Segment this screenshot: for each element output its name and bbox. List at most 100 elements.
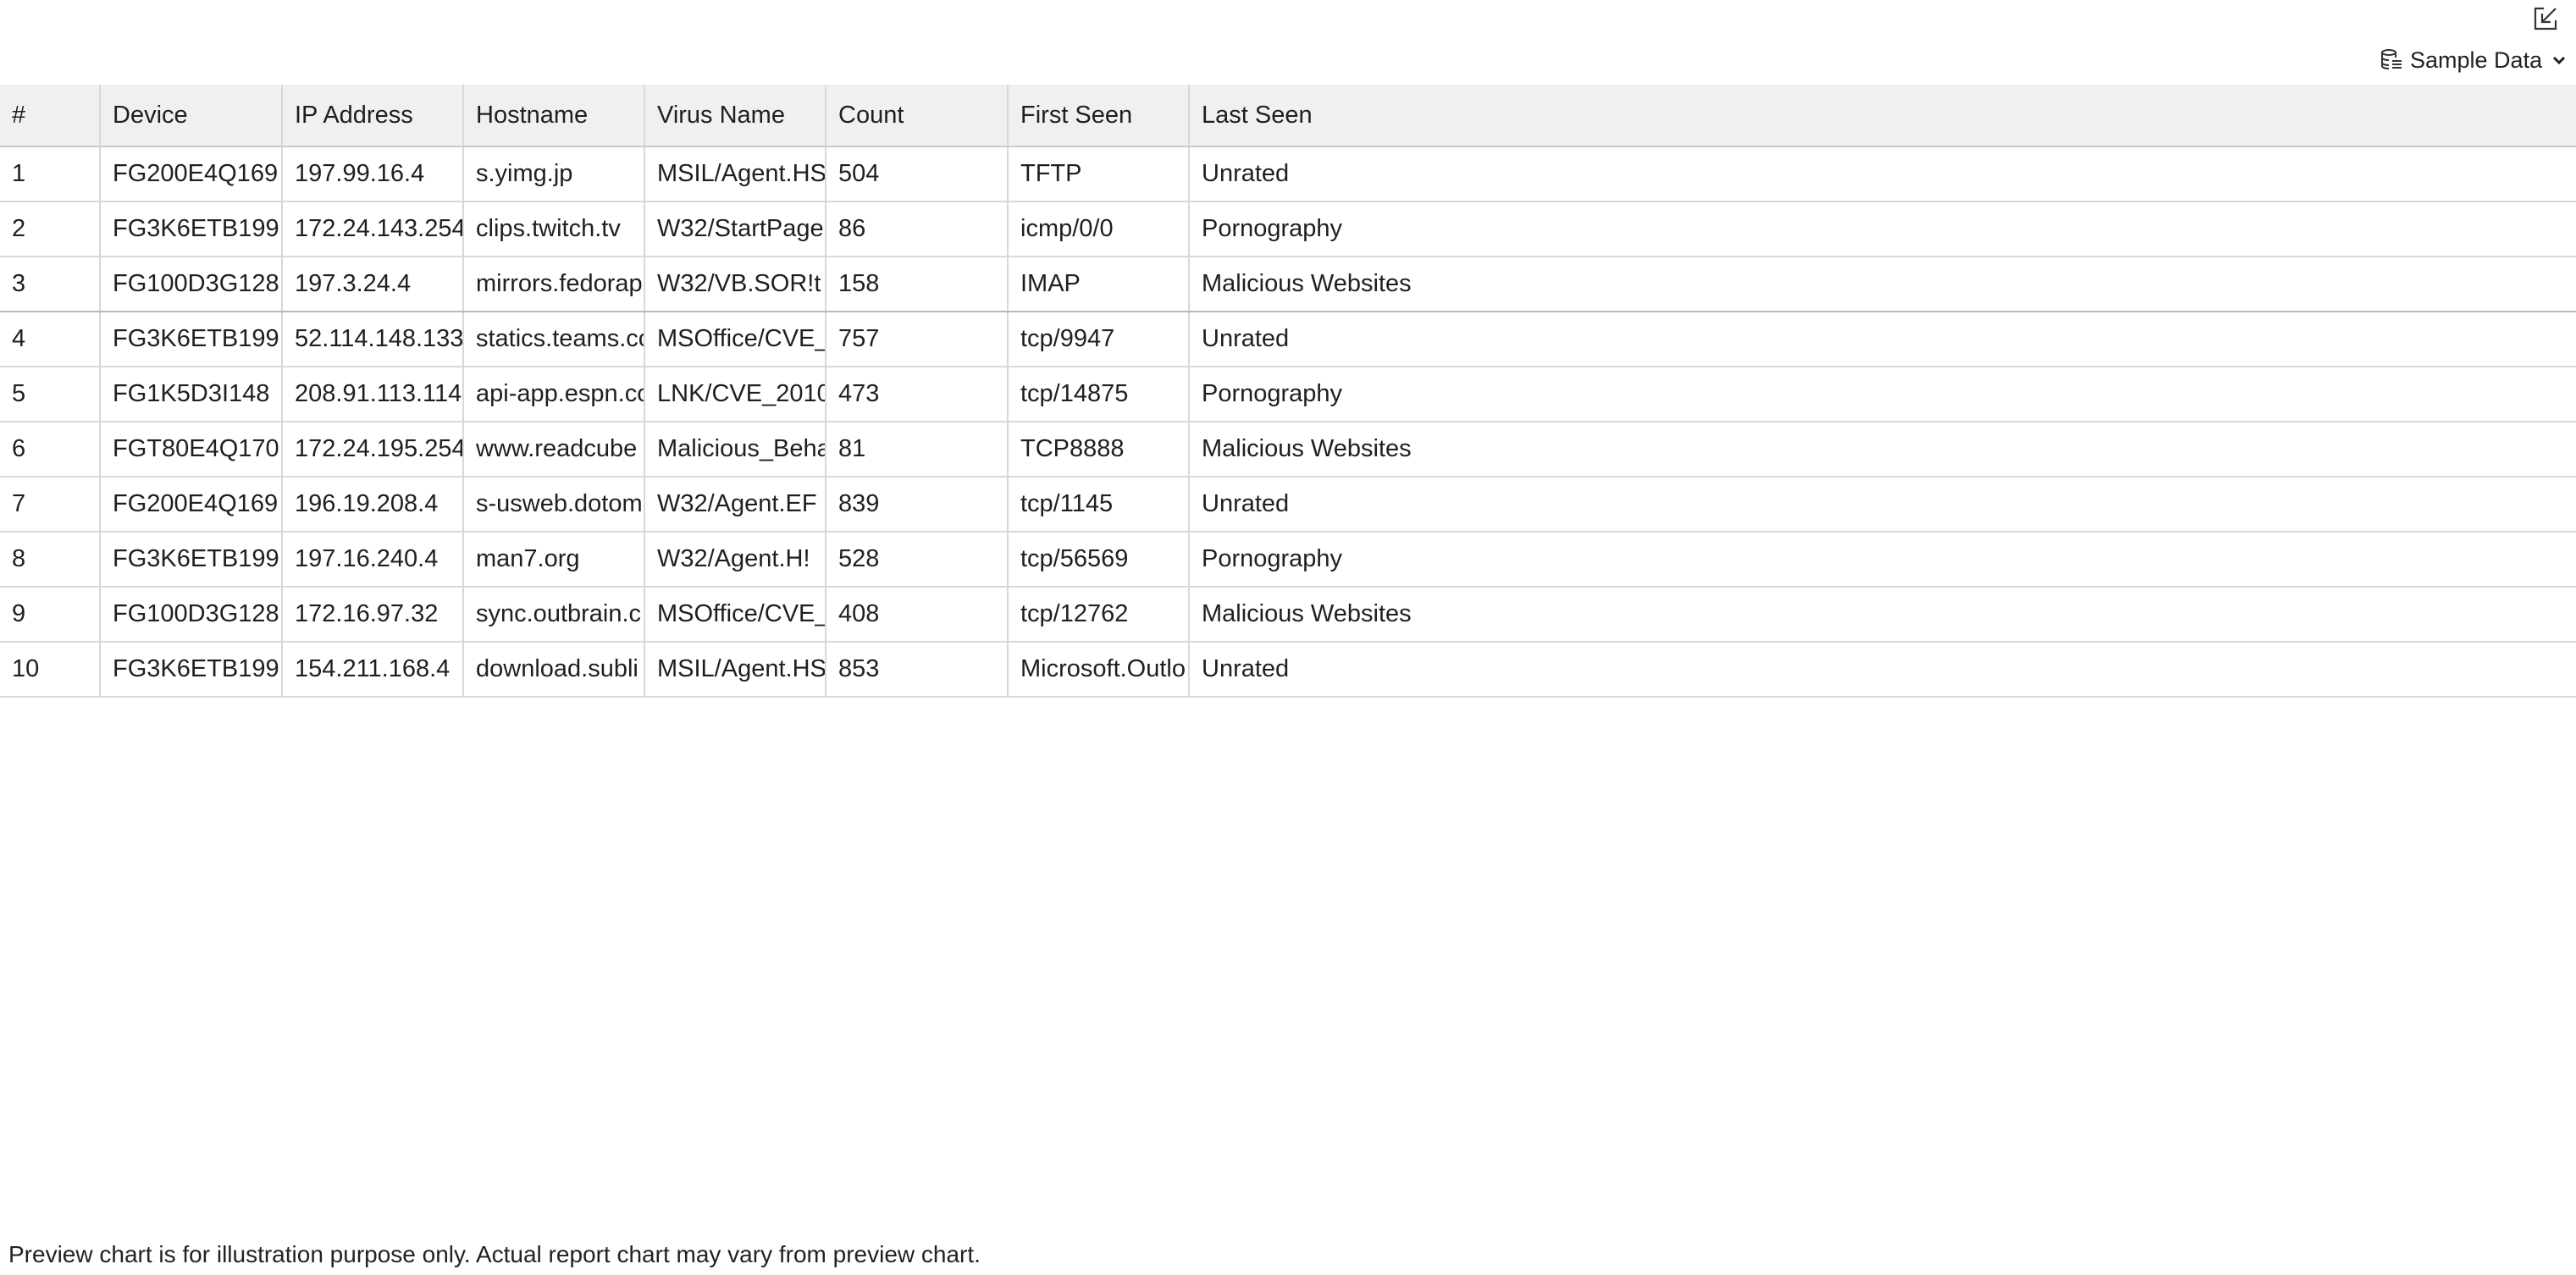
table-cell: 2 xyxy=(0,201,101,257)
table-cell: 7 xyxy=(0,477,101,533)
table-cell: 197.99.16.4 xyxy=(282,146,464,202)
table-row[interactable]: 10 FG3K6ETB199 154.211.168.4 download.subli… xyxy=(0,642,2576,698)
table-cell: 196.19.208.4 xyxy=(282,477,464,533)
table-cell: tcp/9947 xyxy=(1008,312,1190,367)
table-cell: icmp/0/0 xyxy=(1008,201,1190,257)
table-cell: TFTP xyxy=(1008,146,1190,202)
table-body: 1 FG200E4Q169 197.99.16.4 s.yimg.jp MSIL/Age… xyxy=(0,146,2576,698)
table-cell: man7.org xyxy=(463,532,645,588)
table-row[interactable]: 6 FGT80E4Q170 172.24.195.254 www.readcube Ma… xyxy=(0,422,2576,477)
table-row[interactable]: 4 FG3K6ETB199 52.114.148.133 statics.teams.… xyxy=(0,312,2576,367)
table-cell: Malicious Websites xyxy=(1189,422,2576,477)
table-cell: FG3K6ETB199 xyxy=(100,642,283,698)
column-header[interactable]: First Seen xyxy=(1008,85,1190,147)
table-cell: 197.16.240.4 xyxy=(282,532,464,588)
table-cell: clips.twitch.tv xyxy=(463,201,645,257)
table-cell: sync.outbrain.c xyxy=(463,587,645,643)
table-cell: FG3K6ETB199 xyxy=(100,532,283,588)
table-cell: 757 xyxy=(826,312,1009,367)
table-row[interactable]: 7 FG200E4Q169 196.19.208.4 s-usweb.dotom W32… xyxy=(0,477,2576,533)
table-cell: 52.114.148.133 xyxy=(282,312,464,367)
table-cell: Unrated xyxy=(1189,312,2576,367)
table-cell: 5 xyxy=(0,367,101,422)
table-cell: tcp/56569 xyxy=(1008,532,1190,588)
column-header[interactable]: Device xyxy=(100,85,283,147)
table-cell: MSOffice/CVE_ xyxy=(644,587,826,643)
table-cell: 6 xyxy=(0,422,101,477)
table-row[interactable]: 1 FG200E4Q169 197.99.16.4 s.yimg.jp MSIL/Age… xyxy=(0,146,2576,202)
table-cell: 853 xyxy=(826,642,1009,698)
table-cell: 473 xyxy=(826,367,1009,422)
preview-footnote: Preview chart is for illustration purpos… xyxy=(8,1241,981,1267)
table-cell: FG3K6ETB199 xyxy=(100,312,283,367)
table-cell: tcp/1145 xyxy=(1008,477,1190,533)
column-header[interactable]: IP Address xyxy=(282,85,464,147)
table-cell: MSIL/Agent.HS xyxy=(644,146,826,202)
column-header[interactable]: Virus Name xyxy=(644,85,826,147)
sample-data-dropdown[interactable]: Sample Data xyxy=(2380,44,2568,76)
table-cell: TCP8888 xyxy=(1008,422,1190,477)
table-row[interactable]: 2 FG3K6ETB199 172.24.143.254 clips.twitch.t… xyxy=(0,201,2576,257)
table-cell: 172.24.143.254 xyxy=(282,201,464,257)
table-cell: FG200E4Q169 xyxy=(100,146,283,202)
table-cell: 839 xyxy=(826,477,1009,533)
table-cell: 528 xyxy=(826,532,1009,588)
table-cell: s.yimg.jp xyxy=(463,146,645,202)
table-cell: 197.3.24.4 xyxy=(282,257,464,312)
table-cell: Pornography xyxy=(1189,367,2576,422)
table-cell: 8 xyxy=(0,532,101,588)
table-row[interactable]: 8 FG3K6ETB199 197.16.240.4 man7.org W32/Agen… xyxy=(0,532,2576,588)
table-cell: 4 xyxy=(0,312,101,367)
table-cell: tcp/14875 xyxy=(1008,367,1190,422)
table-cell: Unrated xyxy=(1189,477,2576,533)
database-icon xyxy=(2380,48,2403,72)
table-cell: Microsoft.Outlo xyxy=(1008,642,1190,698)
table-cell: 172.24.195.254 xyxy=(282,422,464,477)
table-cell: FG200E4Q169 xyxy=(100,477,283,533)
table-cell: Malicious_Beha xyxy=(644,422,826,477)
table-cell: MSIL/Agent.HS xyxy=(644,642,826,698)
column-header[interactable]: Hostname xyxy=(463,85,645,147)
table-row[interactable]: 3 FG100D3G128 197.3.24.4 mirrors.fedorap W32… xyxy=(0,257,2576,312)
table-cell: Malicious Websites xyxy=(1189,257,2576,312)
table-cell: 1 xyxy=(0,146,101,202)
table-cell: Pornography xyxy=(1189,201,2576,257)
table-cell: IMAP xyxy=(1008,257,1190,312)
table-cell: W32/VB.SOR!t xyxy=(644,257,826,312)
table-cell: Unrated xyxy=(1189,146,2576,202)
table-cell: 504 xyxy=(826,146,1009,202)
table-cell: 154.211.168.4 xyxy=(282,642,464,698)
table-cell: MSOffice/CVE_ xyxy=(644,312,826,367)
table-cell: W32/Agent.EF xyxy=(644,477,826,533)
table-cell: 208.91.113.114 xyxy=(282,367,464,422)
table-cell: 3 xyxy=(0,257,101,312)
table-header-row: # Device IP Address Hostname Virus Name Count… xyxy=(0,85,2576,147)
table-cell: W32/Agent.H! xyxy=(644,532,826,588)
table-cell: statics.teams.co xyxy=(463,312,645,367)
chevron-down-icon xyxy=(2551,52,2568,69)
table-row[interactable]: 9 FG100D3G128 172.16.97.32 sync.outbrain.c M… xyxy=(0,587,2576,643)
table-cell: tcp/12762 xyxy=(1008,587,1190,643)
export-arrow-icon[interactable] xyxy=(2530,3,2561,34)
column-header[interactable]: Last Seen xyxy=(1189,85,2576,147)
column-header[interactable]: Count xyxy=(826,85,1009,147)
table-cell: 81 xyxy=(826,422,1009,477)
table-cell: 158 xyxy=(826,257,1009,312)
table-cell: FG1K5D3I148 xyxy=(100,367,283,422)
table-cell: LNK/CVE_2010 xyxy=(644,367,826,422)
table-row[interactable]: 5 FG1K5D3I148 208.91.113.114 api-app.espn.c… xyxy=(0,367,2576,422)
table-cell: 172.16.97.32 xyxy=(282,587,464,643)
table-cell: mirrors.fedorap xyxy=(463,257,645,312)
report-preview: Sample Data # Device IP Address Hostname Vir… xyxy=(0,0,2576,1275)
table-cell: 9 xyxy=(0,587,101,643)
table-cell: Pornography xyxy=(1189,532,2576,588)
table-cell: 86 xyxy=(826,201,1009,257)
table-cell: 408 xyxy=(826,587,1009,643)
column-header[interactable]: # xyxy=(0,85,101,147)
table-cell: download.subli xyxy=(463,642,645,698)
table-cell: Unrated xyxy=(1189,642,2576,698)
table-cell: FGT80E4Q170 xyxy=(100,422,283,477)
table-cell: Malicious Websites xyxy=(1189,587,2576,643)
table-cell: www.readcube xyxy=(463,422,645,477)
table-cell: s-usweb.dotom xyxy=(463,477,645,533)
